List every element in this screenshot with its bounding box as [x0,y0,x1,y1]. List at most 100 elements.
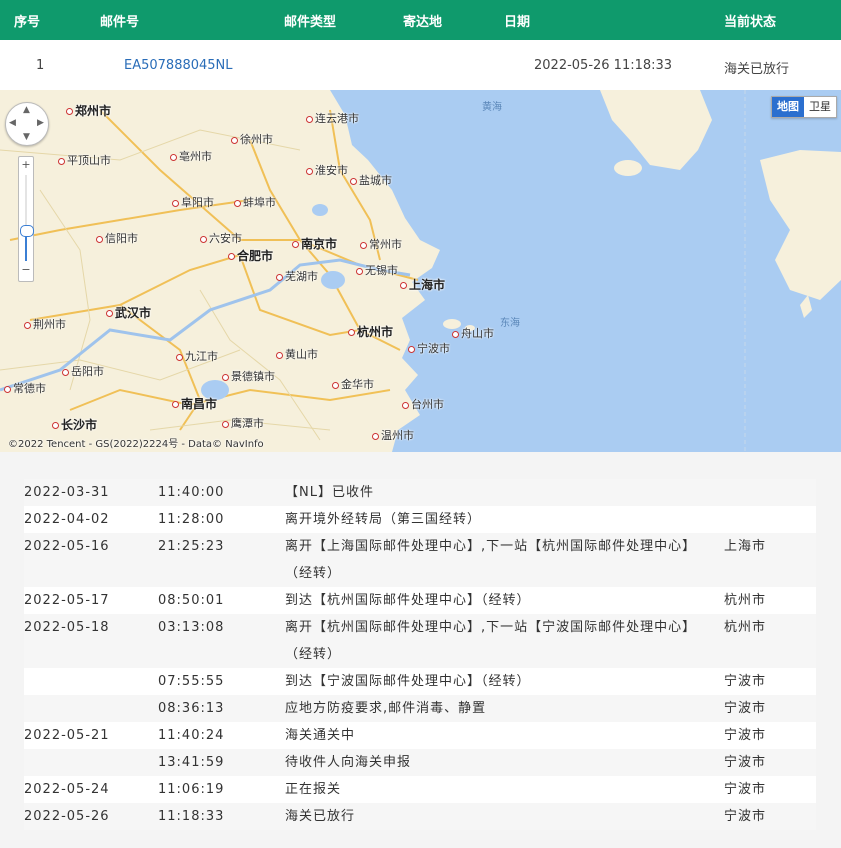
col-mail-type: 邮件类型 [284,15,337,30]
city-label: 岳阳市 [62,363,104,379]
event-time: 13:41:59 [158,755,225,770]
event-location: 上海市 [724,539,767,554]
summary-date: 2022-05-26 11:18:33 [534,58,673,73]
city-label: 芜湖市 [276,268,318,284]
event-location: 杭州市 [724,593,767,608]
city-label: 合肥市 [228,247,273,264]
summary-row[interactable]: 1 EA507888045NL 2022-05-26 11:18:33 海关已放… [0,40,841,90]
event-location: 宁波市 [724,755,767,770]
col-destination: 寄达地 [403,15,443,30]
city-label: 无锡市 [356,262,398,278]
city-label: 金华市 [332,376,374,392]
event-date: 2022-05-21 [24,728,110,743]
table-row: 07:55:55 到达【宁波国际邮件处理中心】（经转） 宁波市 [24,668,816,695]
pan-control[interactable]: ▲ ▼ ◀ ▶ [5,102,49,146]
city-label: 景德镇市 [222,368,275,384]
zoom-in-icon[interactable]: + [19,158,33,171]
event-description: 离开【杭州国际邮件处理中心】,下一站【宁波国际邮件处理中心】（经转） [285,620,697,662]
event-date: 2022-05-26 [24,809,110,824]
city-label: 温州市 [372,427,414,443]
city-label: 长沙市 [52,416,97,433]
city-label: 南京市 [292,235,337,252]
event-time: 08:50:01 [158,593,225,608]
table-header: 序号 邮件号 邮件类型 寄达地 日期 当前状态 [0,0,841,40]
event-location: 宁波市 [724,782,767,797]
event-time: 11:18:33 [158,809,225,824]
event-description: 正在报关 [285,782,342,797]
pan-left-icon[interactable]: ◀ [9,119,16,128]
city-label: 黄山市 [276,346,318,362]
event-date: 2022-05-24 [24,782,110,797]
city-label: 南昌市 [172,395,217,412]
col-date: 日期 [504,15,531,30]
map-copyright: ©2022 Tencent - GS(2022)2224号 - Data© Na… [8,439,264,450]
map-type-map-button[interactable]: 地图 [772,97,804,117]
event-description: 海关已放行 [285,809,356,824]
col-index: 序号 [14,15,41,30]
city-label: 常德市 [4,380,46,396]
event-time: 11:06:19 [158,782,225,797]
city-label: 亳州市 [170,148,212,164]
city-label: 常州市 [360,236,402,252]
city-label: 平顶山市 [58,152,111,168]
city-label: 郑州市 [66,102,111,119]
zoom-slider-handle[interactable] [20,225,34,237]
event-date: 2022-03-31 [24,485,110,500]
zoom-level-fill [25,233,27,261]
event-date: 2022-04-02 [24,512,110,527]
event-description: 离开境外经转局（第三国经转） [285,512,482,527]
map-type-satellite-button[interactable]: 卫星 [804,97,836,117]
event-location: 宁波市 [724,701,767,716]
city-label: 台州市 [402,396,444,412]
event-date: 2022-05-16 [24,539,110,554]
city-label: 盐城市 [350,172,392,188]
pan-up-icon[interactable]: ▲ [23,106,30,115]
pan-down-icon[interactable]: ▼ [23,133,30,142]
zoom-out-icon[interactable]: − [19,263,33,276]
event-description: 待收件人向海关申报 [285,755,412,770]
table-row: 2022-05-21 11:40:24 海关通关中 宁波市 [24,722,816,749]
city-label: 荆州市 [24,316,66,332]
event-location: 杭州市 [724,620,767,635]
map-type-switch[interactable]: 地图 卫星 [771,96,837,118]
city-label: 蚌埠市 [234,194,276,210]
table-row: 13:41:59 待收件人向海关申报 宁波市 [24,749,816,776]
table-row: 2022-05-26 11:18:33 海关已放行 宁波市 [24,803,816,830]
city-label: 舟山市 [452,325,494,341]
event-description: 到达【杭州国际邮件处理中心】（经转） [285,593,531,608]
table-row: 2022-04-02 11:28:00 离开境外经转局（第三国经转） [24,506,816,533]
col-tracking-number: 邮件号 [100,15,140,30]
event-location: 宁波市 [724,674,767,689]
zoom-control[interactable]: + − [18,156,34,282]
sea-label: 黄海 [482,102,502,113]
city-label: 宁波市 [408,340,450,356]
city-label: 徐州市 [231,131,273,147]
event-date: 2022-05-18 [24,620,110,635]
route-map[interactable]: 郑州市 连云港市 徐州市 平顶山市 亳州市 淮安市 盐城市 阜阳市 蚌埠市 信阳… [0,90,841,452]
event-description: 离开【上海国际邮件处理中心】,下一站【杭州国际邮件处理中心】（经转） [285,539,697,581]
pan-right-icon[interactable]: ▶ [37,119,44,128]
event-time: 21:25:23 [158,539,225,554]
tracking-number-link[interactable]: EA507888045NL [124,58,233,73]
city-label: 鹰潭市 [222,415,264,431]
col-status: 当前状态 [724,15,777,30]
summary-index: 1 [36,58,45,73]
event-time: 07:55:55 [158,674,225,689]
event-time: 11:40:00 [158,485,225,500]
city-label: 上海市 [400,276,445,293]
event-date: 2022-05-17 [24,593,110,608]
event-time: 08:36:13 [158,701,225,716]
table-row: 2022-03-31 11:40:00 【NL】已收件 [24,479,816,506]
sea-label: 东海 [500,318,520,329]
event-time: 11:40:24 [158,728,225,743]
city-label: 武汉市 [106,304,151,321]
event-time: 03:13:08 [158,620,225,635]
table-row: 2022-05-16 21:25:23 离开【上海国际邮件处理中心】,下一站【杭州国… [24,533,816,587]
city-label: 阜阳市 [172,194,214,210]
event-description: 到达【宁波国际邮件处理中心】（经转） [285,674,531,689]
city-label: 六安市 [200,230,242,246]
event-description: 海关通关中 [285,728,356,743]
tracking-events-table: 2022-03-31 11:40:00 【NL】已收件 2022-04-02 11:28… [24,479,816,830]
city-label: 淮安市 [306,162,348,178]
city-label: 杭州市 [348,323,393,340]
